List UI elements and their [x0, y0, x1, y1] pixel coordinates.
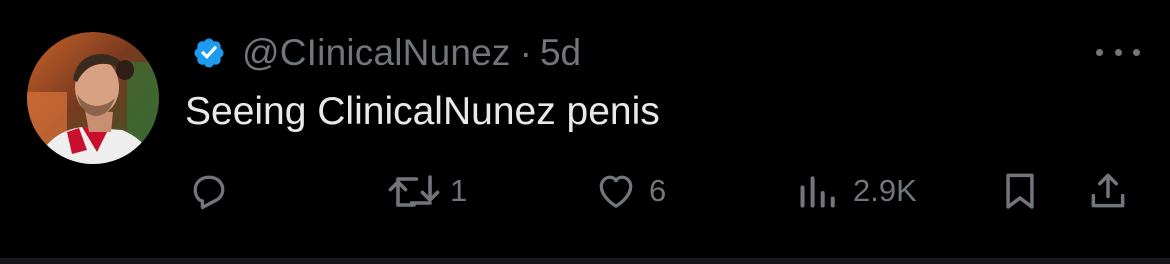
tweet[interactable]: @CIinicalNunez · 5d Seeing ClinicalNunez… — [0, 0, 1170, 258]
verified-badge-icon — [192, 35, 228, 71]
heart-icon — [594, 169, 638, 213]
bookmark-button[interactable] — [998, 168, 1042, 214]
reply-icon — [187, 169, 231, 213]
views-button[interactable]: 2.9K — [795, 168, 917, 214]
views-count: 2.9K — [853, 173, 917, 208]
like-count: 6 — [649, 173, 667, 208]
bookmark-icon — [998, 169, 1042, 213]
tweet-header: @CIinicalNunez · 5d — [192, 30, 581, 76]
views-icon — [795, 169, 839, 213]
share-icon — [1086, 169, 1130, 213]
timestamp[interactable]: 5d — [540, 32, 581, 74]
retweet-button[interactable]: 1 — [384, 168, 467, 214]
more-dot-icon — [1133, 48, 1140, 56]
tweet-text: Seeing ClinicalNunez penis — [185, 90, 660, 133]
like-button[interactable]: 6 — [594, 168, 666, 214]
retweet-icon — [384, 169, 444, 213]
user-handle[interactable]: @CIinicalNunez — [242, 32, 511, 74]
more-dot-icon — [1096, 48, 1103, 56]
header-separator: · — [519, 32, 532, 73]
tweet-divider — [0, 258, 1170, 264]
avatar[interactable] — [27, 32, 159, 164]
retweet-count: 1 — [450, 173, 468, 208]
avatar-image — [27, 32, 159, 164]
share-button[interactable] — [1086, 168, 1130, 214]
reply-button[interactable] — [187, 168, 231, 214]
more-dot-icon — [1114, 48, 1122, 56]
more-options-button[interactable] — [1096, 44, 1140, 60]
